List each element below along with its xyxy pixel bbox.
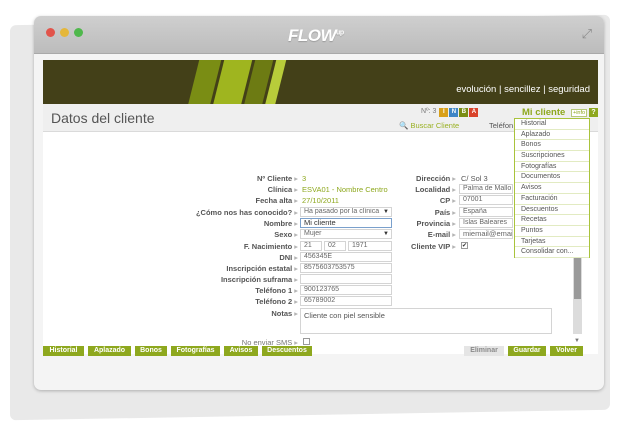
nacimiento-day-input[interactable]: 21 [300, 241, 322, 251]
provincia-select[interactable]: Islas Baleares [459, 218, 513, 228]
minimize-window-button[interactable] [60, 28, 69, 37]
nacimiento-label: F. Nacimiento ▸ [243, 242, 298, 251]
direccion-label: Dirección ▸ [416, 174, 456, 183]
nacimiento-year-input[interactable]: 1971 [348, 241, 392, 251]
app-window: FLOWup ⤢ evolución | sencillez | segurid… [34, 16, 604, 390]
provincia-label: Provincia ▸ [416, 219, 456, 228]
fotografias-button[interactable]: Fotografías [171, 346, 220, 356]
fecha-alta-label: Fecha alta ▸ [255, 196, 298, 205]
tel1-input[interactable]: 900123765 [300, 285, 392, 295]
slogan: evolución | sencillez | seguridad [456, 84, 590, 95]
menu-item-puntos[interactable]: Puntos [515, 226, 589, 237]
close-window-button[interactable] [46, 28, 55, 37]
mi-cliente-dropdown: Historial Aplazado Bonos Suscripciones F… [514, 118, 590, 258]
n-cliente-label: Nº Cliente ▸ [256, 174, 298, 183]
email-label: E-mail ▸ [427, 230, 456, 239]
client-number-nav: Nº: 3 INBA [421, 108, 479, 117]
badge-b[interactable]: B [459, 108, 469, 117]
pais-select[interactable]: España [459, 207, 513, 217]
ins-suframa-input[interactable] [300, 274, 392, 284]
search-icon: 🔍 [399, 121, 409, 130]
avisos-button[interactable]: Avisos [224, 346, 258, 356]
email-input[interactable]: miemail@email [459, 229, 513, 239]
page-title: Datos del cliente [51, 110, 155, 126]
badge-n[interactable]: N [449, 108, 459, 117]
badge-i[interactable]: I [439, 108, 449, 117]
phone-search-label: Teléfon [489, 121, 514, 130]
notas-label: Notas ▸ [271, 309, 298, 318]
menu-item-bonos[interactable]: Bonos [515, 140, 589, 152]
aplazado-button[interactable]: Aplazado [88, 346, 131, 356]
menu-item-facturacion[interactable]: Facturación [515, 194, 589, 205]
nombre-label: Nombre ▸ [263, 219, 298, 228]
cp-label: CP ▸ [439, 196, 456, 205]
tel1-label: Teléfono 1 ▸ [255, 286, 298, 295]
vip-checkbox[interactable]: ✔ [461, 242, 468, 249]
sexo-label: Sexo ▸ [274, 230, 298, 239]
button-bar: Historial Aplazado Bonos Fotografías Avi… [43, 344, 598, 358]
dni-label: DNI ▸ [279, 253, 298, 262]
menu-item-fotografias[interactable]: Fotografías [515, 162, 589, 173]
cp-input[interactable]: 07001 [459, 195, 513, 205]
menu-item-aplazado[interactable]: Aplazado [515, 130, 589, 141]
badge-a[interactable]: A [469, 108, 479, 117]
menu-item-historial[interactable]: Historial [515, 119, 589, 130]
localidad-input[interactable]: Palma de Mallo [459, 184, 513, 194]
dni-input[interactable]: 456345E [300, 252, 392, 262]
guardar-button[interactable]: Guardar [508, 346, 546, 356]
app-logo: FLOWup [288, 26, 344, 45]
nacimiento-month-input[interactable]: 02 [324, 241, 346, 251]
main-page: Datos del cliente Nº: 3 INBA 🔍 Buscar Cl… [43, 104, 598, 356]
volver-button[interactable]: Volver [550, 346, 583, 356]
clinica-value: ESVA01 - Nombre Centro [302, 185, 388, 194]
menu-item-descuentos[interactable]: Descuentos [515, 205, 589, 216]
menu-item-recetas[interactable]: Recetas [515, 215, 589, 226]
ins-estatal-label: Inscripción estatal ▸ [226, 264, 298, 273]
title-bar: FLOWup ⤢ [34, 16, 604, 54]
menu-item-consolidar[interactable]: Consolidar con... [515, 247, 589, 258]
client-form: Nº Cliente ▸ 3 Clínica ▸ ESVA01 - Nombre C… [43, 160, 583, 347]
expand-icon[interactable]: ⤢ [582, 26, 592, 42]
header-banner: evolución | sencillez | seguridad [43, 60, 598, 104]
como-label: ¿Cómo nos has conocido? ▸ [195, 208, 298, 217]
notas-textarea[interactable]: Cliente con piel sensible [300, 308, 552, 334]
bonos-button[interactable]: Bonos [135, 346, 167, 356]
localidad-label: Localidad ▸ [415, 185, 456, 194]
ins-estatal-input[interactable]: 8575603753575 [300, 263, 392, 273]
info-button[interactable]: +info [571, 109, 588, 117]
eliminar-button[interactable]: Eliminar [464, 346, 504, 356]
menu-item-tarjetas[interactable]: Tarjetas [515, 237, 589, 248]
tel2-input[interactable]: 65789002 [300, 296, 392, 306]
pais-label: País ▸ [434, 208, 456, 217]
nombre-input[interactable]: Mi cliente [300, 218, 392, 228]
menu-item-avisos[interactable]: Avisos [515, 183, 589, 194]
menu-item-suscripciones[interactable]: Suscripciones [515, 151, 589, 162]
tel2-label: Teléfono 2 ▸ [255, 297, 298, 306]
historial-button[interactable]: Historial [43, 346, 84, 356]
fecha-alta-value: 27/10/2011 [302, 196, 339, 205]
menu-item-documentos[interactable]: Documentos [515, 172, 589, 184]
clinica-label: Clínica ▸ [267, 185, 298, 194]
sexo-select[interactable]: Mujer ▼ [300, 229, 392, 239]
n-cliente-value: 3 [302, 174, 307, 183]
help-button[interactable]: ? [589, 108, 598, 117]
mi-cliente-menu-button[interactable]: Mi cliente [522, 107, 565, 118]
direccion-value: C/ Sol 3 [461, 174, 488, 183]
ins-suframa-label: Inscripción suframa ▸ [220, 275, 298, 284]
search-client-link[interactable]: 🔍 Buscar Cliente [399, 121, 459, 130]
maximize-window-button[interactable] [74, 28, 83, 37]
vip-label: Cliente VIP ▸ [411, 242, 456, 251]
como-select[interactable]: Ha pasado por la clínica ▼ [300, 207, 392, 217]
descuentos-button[interactable]: Descuentos [262, 346, 312, 356]
